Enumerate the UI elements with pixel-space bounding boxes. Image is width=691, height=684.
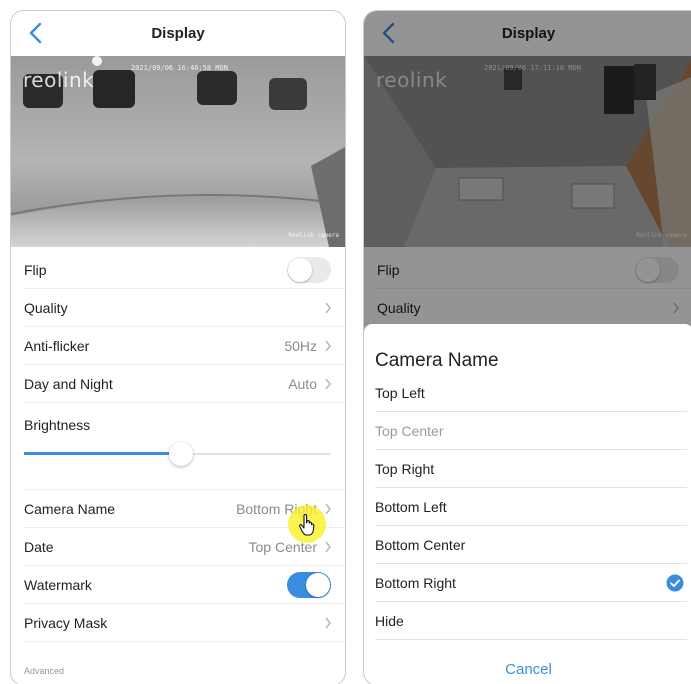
flip-label: Flip (24, 261, 47, 278)
option-hide[interactable]: Hide (375, 602, 687, 640)
camera-name-label: Camera Name (24, 500, 116, 517)
watermark-row: Watermark (24, 566, 345, 604)
toggle-knob (306, 573, 330, 597)
slider-fill (24, 452, 181, 455)
osd-camera-name: Reolink camera (288, 232, 339, 239)
section-divider (24, 467, 345, 490)
date-label: Date (24, 538, 54, 555)
sheet-title: Camera Name (375, 350, 499, 371)
brightness-section: Brightness (24, 403, 345, 467)
option-label: Bottom Center (375, 536, 466, 553)
quality-label: Quality (24, 299, 68, 316)
option-label: Top Left (375, 384, 425, 401)
anti-flicker-value: 50Hz (284, 337, 317, 354)
brightness-label: Brightness (24, 417, 91, 433)
privacy-mask-label: Privacy Mask (24, 614, 108, 631)
display-settings-screen: Display reolink 2021/09/06 16:46:58 MON … (10, 10, 346, 684)
chevron-right-icon (325, 617, 331, 629)
camera-name-action-sheet: Camera Name Top Left Top Center Top Right B… (364, 324, 691, 684)
cancel-button[interactable]: Cancel (364, 661, 691, 678)
check-circle-icon (666, 574, 684, 592)
chevron-right-icon (325, 378, 331, 390)
chevron-right-icon (325, 340, 331, 352)
option-label: Hide (375, 612, 404, 629)
flip-row: Flip (24, 251, 345, 289)
option-top-right[interactable]: Top Right (375, 450, 687, 488)
brand-logo: reolink (23, 68, 95, 92)
option-label: Top Right (375, 460, 435, 477)
option-list: Top Left Top Center Top Right Bottom Left Bo… (375, 374, 691, 640)
nav-bar: Display (11, 11, 345, 56)
quality-row[interactable]: Quality (24, 289, 345, 327)
option-top-left[interactable]: Top Left (375, 374, 687, 412)
anti-flicker-label: Anti-flicker (24, 337, 90, 354)
slider-thumb[interactable] (168, 442, 193, 466)
chevron-right-icon (325, 541, 331, 553)
option-bottom-right[interactable]: Bottom Right (375, 564, 687, 602)
settings-list: Flip Quality Anti-flicker 50Hz Day and N… (11, 251, 345, 676)
chevron-right-icon (325, 302, 331, 314)
chevron-right-icon (325, 503, 331, 515)
advanced-section-header: Advanced (24, 666, 65, 676)
back-chevron-icon[interactable] (25, 21, 49, 45)
flip-toggle[interactable] (287, 257, 331, 283)
privacy-mask-row[interactable]: Privacy Mask (24, 604, 345, 642)
option-bottom-left[interactable]: Bottom Left (375, 488, 687, 526)
option-top-center: Top Center (375, 412, 687, 450)
camera-name-picker-screen: Display reolink 2021/09/06 17:11:18 MON … (363, 10, 691, 684)
day-night-row[interactable]: Day and Night Auto (24, 365, 345, 403)
watermark-label: Watermark (24, 576, 92, 593)
option-label: Bottom Right (375, 574, 456, 591)
hand-pointer-icon (299, 514, 315, 536)
day-night-value: Auto (288, 375, 317, 392)
watermark-toggle[interactable] (287, 572, 331, 598)
osd-timestamp: 2021/09/06 16:46:58 MON (131, 64, 228, 72)
page-title: Display (151, 25, 205, 42)
toggle-knob (288, 258, 312, 282)
option-bottom-center[interactable]: Bottom Center (375, 526, 687, 564)
option-label: Bottom Left (375, 498, 447, 515)
day-night-label: Day and Night (24, 375, 113, 392)
anti-flicker-row[interactable]: Anti-flicker 50Hz (24, 327, 345, 365)
brightness-slider[interactable] (24, 442, 331, 466)
option-label: Top Center (375, 422, 444, 439)
camera-preview: reolink 2021/09/06 16:46:58 MON Reolink … (11, 56, 345, 247)
